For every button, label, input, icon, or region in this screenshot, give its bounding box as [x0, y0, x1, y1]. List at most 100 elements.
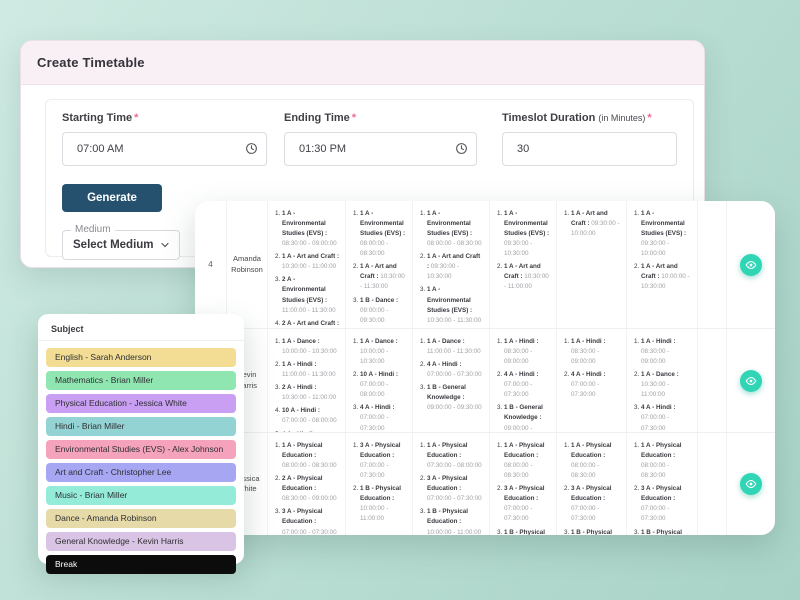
schedule-entry: 2. 4 A - Hindi : 07:00:00 - 07:30:00	[497, 370, 551, 400]
entry-subject: 10 A - Hindi :	[282, 407, 320, 414]
subject-legend-item: English - Sarah Anderson	[46, 348, 236, 367]
entry-time: 10:00:00 - 10:30:00	[282, 348, 337, 355]
schedule-entry: 1. 1 A - Dance : 10:00:00 - 10:30:00	[353, 337, 407, 367]
entry-subject: 1 A - Physical Education :	[282, 442, 323, 459]
eye-icon	[745, 259, 757, 271]
entry-subject: 3 A - Physical Education :	[504, 485, 545, 502]
subject-legend-item: Dance - Amanda Robinson	[46, 509, 236, 528]
starting-time-input[interactable]	[62, 132, 267, 166]
schedule-cell: 1. 1 A - Hindi : 08:30:00 - 09:00:002. 4…	[490, 329, 557, 433]
schedule-cell: 1. 1 A - Environmental Studies (EVS) : 0…	[346, 201, 413, 329]
subject-legend-card: Subject English - Sarah Anderson Mathemat…	[38, 314, 244, 564]
entry-subject: 2 A - Physical Education :	[282, 475, 323, 492]
entry-time: 08:00:00 - 08:30:00	[571, 462, 599, 479]
entry-subject: 2 A - Environmental Studies (EVS) :	[282, 276, 327, 303]
schedule-entry: 2. 3 A - Physical Education : 07:00:00 -…	[497, 484, 551, 524]
entry-subject: 1 A - Environmental Studies (EVS) :	[360, 210, 405, 237]
entry-subject: 1 A - Environmental Studies (EVS) :	[282, 210, 327, 237]
entry-subject: 3 A - Physical Education :	[641, 485, 682, 502]
timeslot-duration-input[interactable]	[502, 132, 677, 166]
timeslot-duration-note: (in Minutes)	[598, 113, 645, 123]
entry-time: 07:00:00 - 07:30:00	[641, 414, 669, 431]
entry-subject: 1 B - Physical Education :	[427, 508, 468, 525]
schedule-entry: 1. 3 A - Physical Education : 07:00:00 -…	[353, 441, 407, 481]
schedule-cell: 1. 1 A - Hindi : 08:30:00 - 09:00:002. 4…	[557, 329, 627, 433]
entry-subject: 4 A - Hindi :	[427, 361, 462, 368]
subject-legend-item: General Knowledge - Kevin Harris	[46, 532, 236, 551]
entry-time: 10:30:00 - 11:30:00	[427, 317, 481, 324]
action-cell	[727, 433, 775, 535]
schedule-cell: 1. 1 A - Hindi : 08:30:00 - 09:00:002. 1…	[627, 329, 698, 433]
entry-time: 08:00:00 - 08:30:00	[504, 462, 532, 479]
entry-time: 09:00:00 - 09:30:00	[427, 404, 482, 411]
entry-time: 07:00:00 - 08:00:00	[282, 417, 337, 424]
entry-time: 08:30:00 - 09:00:00	[641, 348, 669, 365]
schedule-entry: 3. 1 A - Environmental Studies (EVS) : 1…	[420, 285, 484, 325]
entry-time: 08:30:00 - 09:00:00	[282, 495, 337, 502]
schedule-cell: 1. 1 A - Physical Education : 08:00:00 -…	[627, 433, 698, 535]
schedule-entry: 3. 2 A - Environmental Studies (EVS) : 1…	[275, 275, 340, 315]
schedule-entry: 2. 1 B - Physical Education : 10:00:00 -…	[353, 484, 407, 524]
empty-cell	[698, 201, 727, 329]
entry-subject: 2 A - Hindi :	[282, 384, 317, 391]
schedule-entry: 3. 4 A - Hindi : 07:00:00 - 07:30:00	[353, 403, 407, 433]
entry-time: 10:00:00 - 11:00:00	[360, 505, 388, 522]
view-timetable-button[interactable]	[740, 473, 762, 495]
schedule-entry: 1. 1 A - Art and Craft : 09:30:00 - 10:0…	[564, 209, 621, 239]
ending-time-label: Ending Time*	[284, 112, 477, 124]
ending-time-input[interactable]	[284, 132, 477, 166]
schedule-entry: 2. 4 A - Hindi : 07:00:00 - 07:30:00	[420, 360, 484, 380]
row-number: 4	[195, 201, 227, 329]
schedule-entry: 2. 10 A - Hindi : 07:00:00 - 08:00:00	[353, 370, 407, 400]
entry-subject: 1 A - Physical Education :	[427, 442, 468, 459]
schedule-entry: 2. 1 A - Dance : 10:30:00 - 11:00:00	[634, 370, 692, 400]
create-card-header: Create Timetable	[21, 41, 704, 85]
view-timetable-button[interactable]	[740, 370, 762, 392]
entry-subject: 1 B - Physical Education :	[360, 485, 401, 502]
entry-subject: 1 A - Dance :	[282, 338, 320, 345]
schedule-entry: 3. 1 B - Dance : 09:00:00 - 09:30:00	[353, 296, 407, 326]
subject-legend-item: Mathematics - Brian Miller	[46, 371, 236, 390]
schedule-entry: 1. 1 A - Physical Education : 08:00:00 -…	[497, 441, 551, 481]
entry-time: 07:00:00 - 07:30:00	[504, 381, 532, 398]
timetable-card: 4Amanda Robinson1. 1 A - Environmental S…	[195, 201, 775, 535]
subject-legend-item: Environmental Studies (EVS) - Alex Johns…	[46, 440, 236, 459]
action-cell	[727, 201, 775, 329]
schedule-entry: 2. 1 A - Art and Craft : 10:30:00 - 11:0…	[275, 252, 340, 272]
schedule-entry: 2. 1 A - Art and Craft : 10:00:00 - 10:3…	[634, 262, 692, 292]
entry-time: 09:30:00 - 10:30:00	[504, 240, 532, 257]
view-timetable-button[interactable]	[740, 254, 762, 276]
entry-subject: 1 A - Hindi :	[571, 338, 606, 345]
schedule-entry: 3. 1 B - Physical Education : 10:00:00 -…	[497, 528, 551, 536]
starting-time-label: Starting Time*	[62, 112, 267, 124]
entry-subject: 1 B - Physical Education :	[641, 529, 682, 536]
starting-time-field: Starting Time*	[62, 112, 267, 166]
clock-icon	[245, 142, 258, 155]
entry-subject: 4 A - Hindi :	[641, 404, 676, 411]
schedule-entry: 2. 3 A - Physical Education : 07:00:00 -…	[634, 484, 692, 524]
entry-time: 07:00:00 - 07:30:00	[282, 529, 337, 536]
schedule-cell: 1. 1 A - Physical Education : 08:00:00 -…	[490, 433, 557, 535]
entry-subject: 3 A - Physical Education :	[427, 475, 468, 492]
entry-subject: 1 B - Physical Education :	[504, 529, 545, 536]
schedule-cell: 1. 1 A - Physical Education : 08:00:00 -…	[557, 433, 627, 535]
empty-cell	[698, 329, 727, 433]
subject-legend-title: Subject	[38, 321, 244, 341]
medium-select[interactable]: Medium Select Medium	[62, 230, 180, 260]
schedule-entry: 3. 1 B - Physical Education : 10:00:00 -…	[564, 528, 621, 536]
entry-subject: 1 A - Environmental Studies (EVS) :	[504, 210, 549, 237]
medium-select-value: Select Medium	[73, 239, 154, 251]
generate-button[interactable]: Generate	[62, 184, 162, 212]
entry-time: 09:00:00 - 09:30:00	[360, 307, 388, 324]
schedule-entry: 3. 1 B - General Knowledge : 09:00:00 - …	[497, 403, 551, 433]
subject-legend-item: Art and Craft - Christopher Lee	[46, 463, 236, 482]
entry-time: 09:00:00 - 09:30:00	[504, 425, 532, 434]
entry-subject: 4 A - Hindi :	[360, 404, 395, 411]
entry-time: 07:00:00 - 08:00:00	[360, 381, 388, 398]
entry-time: 07:00:00 - 07:30:00	[571, 381, 599, 398]
required-asterisk: *	[647, 112, 651, 124]
entry-subject: 1 A - Hindi :	[504, 338, 539, 345]
schedule-entry: 1. 1 A - Hindi : 08:30:00 - 09:00:00	[497, 337, 551, 367]
clock-icon	[455, 142, 468, 155]
entry-time: 07:00:00 - 07:30:00	[360, 462, 388, 479]
